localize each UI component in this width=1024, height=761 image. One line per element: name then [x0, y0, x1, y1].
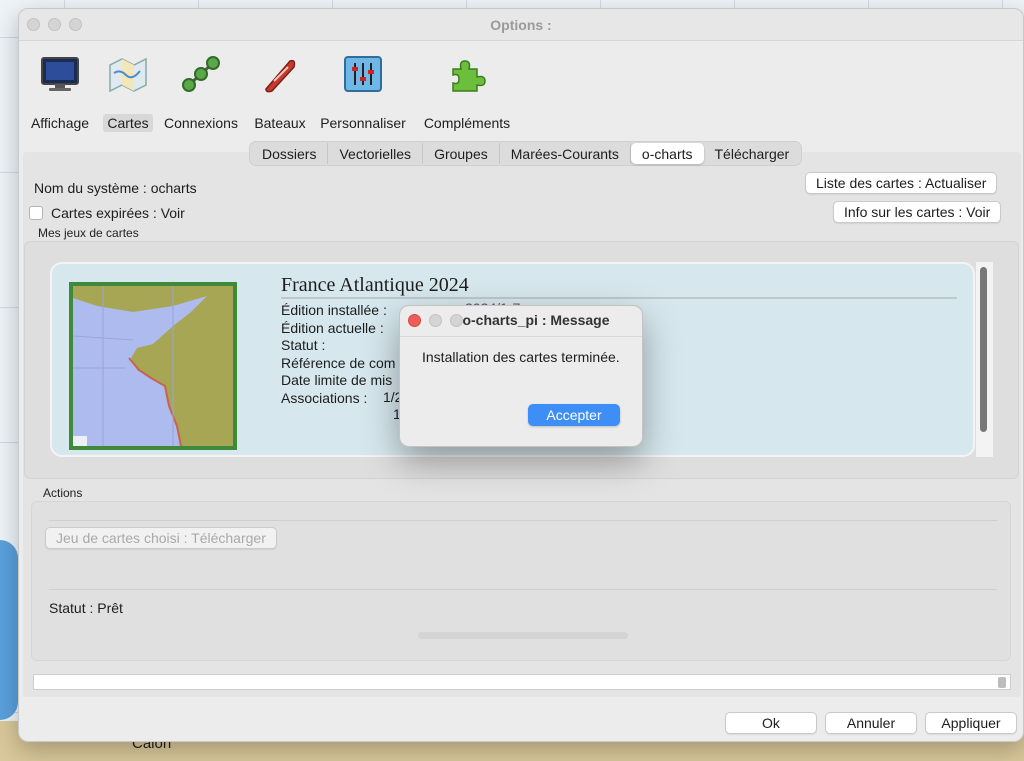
- chart-sets-scroll-thumb[interactable]: [980, 267, 987, 432]
- actions-label: Actions: [43, 486, 83, 500]
- tab-groupes[interactable]: Groupes: [423, 143, 500, 164]
- apply-button[interactable]: Appliquer: [925, 712, 1017, 734]
- actions-divider: [49, 520, 997, 521]
- tab-dossiers[interactable]: Dossiers: [251, 143, 329, 164]
- system-name: Nom du système : ocharts: [34, 180, 197, 196]
- dialog-title: o-charts_pi : Message: [462, 312, 610, 328]
- expired-charts-label: Cartes expirées : Voir: [51, 205, 185, 221]
- connections-icon: [161, 52, 241, 96]
- window-title: Options :: [490, 17, 552, 33]
- chart-thumbnail: [69, 282, 237, 450]
- toolbar-label: Bateaux: [254, 115, 306, 131]
- toolbar-label: Compléments: [423, 115, 511, 131]
- chart-title-divider: [281, 297, 957, 299]
- info-associations: Associations :: [281, 389, 368, 406]
- toolbar-label: Affichage: [30, 115, 90, 131]
- toolbar-item-connexions[interactable]: Connexions: [161, 52, 241, 132]
- toolbar-item-personnaliser[interactable]: Personnaliser: [317, 52, 409, 132]
- dialog-message: Installation des cartes terminée.: [422, 349, 620, 365]
- charts-icon: [103, 52, 153, 96]
- message-dialog: o-charts_pi : Message Installation des c…: [399, 305, 643, 447]
- toolbar-item-affichage[interactable]: Affichage: [27, 52, 93, 132]
- puzzle-icon: [419, 52, 515, 96]
- log-field[interactable]: [33, 674, 1011, 690]
- info-order-reference: Référence de com: [281, 354, 396, 371]
- tab-bar: Dossiers Vectorielles Groupes Marées-Cou…: [249, 141, 803, 166]
- accept-button[interactable]: Accepter: [528, 404, 620, 426]
- titlebar: Options :: [19, 9, 1023, 41]
- chart-list-refresh-button[interactable]: Liste des cartes : Actualiser: [805, 172, 998, 194]
- toolbar-label: Cartes: [103, 114, 153, 132]
- progress-bar: [418, 632, 628, 639]
- dialog-divider: [400, 336, 642, 337]
- download-chart-set-button[interactable]: Jeu de cartes choisi : Télécharger: [45, 527, 277, 549]
- status-divider: [49, 589, 997, 590]
- expired-charts-checkbox[interactable]: [29, 206, 43, 220]
- chart-sets-label: Mes jeux de cartes: [38, 226, 139, 240]
- chart-set-info: Édition installée : Édition actuelle : S…: [281, 302, 395, 407]
- tab-marees-courants[interactable]: Marées-Courants: [500, 143, 631, 164]
- info-status: Statut :: [281, 337, 326, 353]
- chart-set-title: France Atlantique 2024: [281, 274, 469, 296]
- expired-charts-row: Cartes expirées : Voir: [29, 205, 185, 221]
- chart-info-button[interactable]: Info sur les cartes : Voir: [833, 201, 1002, 223]
- toolbar-label: Connexions: [164, 115, 238, 131]
- background-water: [0, 540, 18, 720]
- info-installed-edition: Édition installée :: [281, 302, 387, 318]
- toolbar-item-cartes[interactable]: Cartes: [103, 52, 153, 132]
- ok-button[interactable]: Ok: [725, 712, 817, 734]
- toolbar-item-bateaux[interactable]: Bateaux: [249, 52, 311, 132]
- cancel-button[interactable]: Annuler: [825, 712, 917, 734]
- tab-vectorielles[interactable]: Vectorielles: [328, 143, 424, 164]
- sliders-icon: [317, 52, 409, 96]
- toolbar: Affichage Cartes Connexions Bateaux Pers…: [19, 42, 1023, 132]
- toolbar-item-complements[interactable]: Compléments: [419, 52, 515, 132]
- info-current-edition: Édition actuelle :: [281, 319, 384, 336]
- tab-telecharger[interactable]: Télécharger: [704, 143, 801, 164]
- toolbar-label: Personnaliser: [320, 115, 406, 131]
- status-text: Statut : Prêt: [49, 600, 123, 616]
- boat-icon: [249, 52, 311, 96]
- monitor-icon: [27, 52, 93, 96]
- log-field-handle[interactable]: [998, 677, 1006, 688]
- info-expiry-date: Date limite de mis: [281, 372, 393, 388]
- tab-o-charts[interactable]: o-charts: [630, 143, 704, 164]
